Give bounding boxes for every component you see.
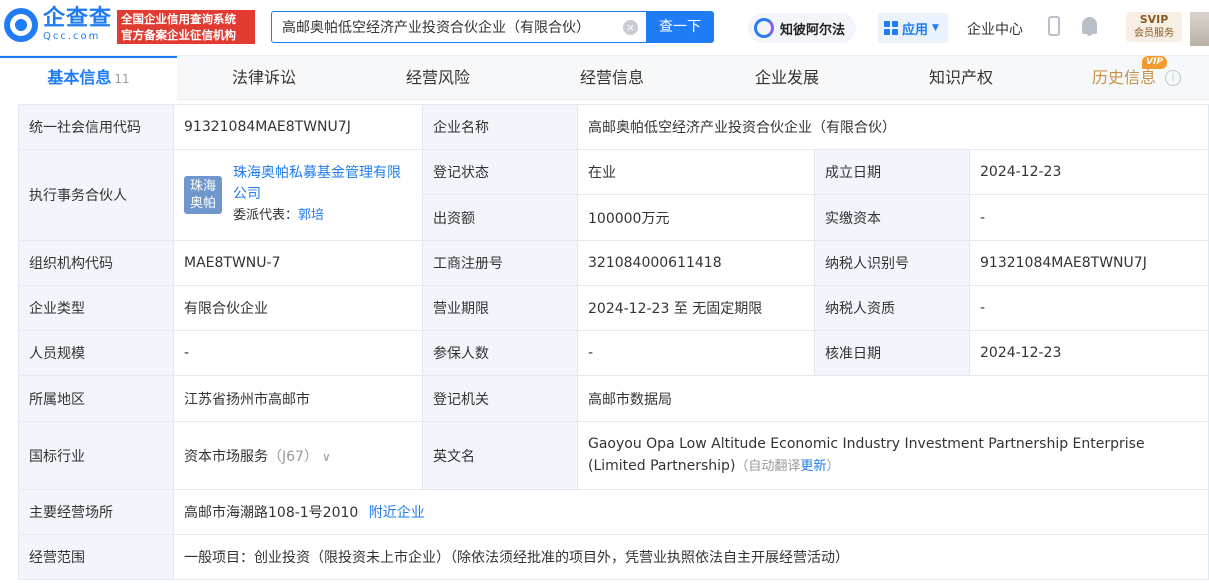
- clear-icon[interactable]: ×: [623, 20, 638, 35]
- found-date-label: 成立日期: [814, 149, 970, 195]
- delegate-name-link[interactable]: 郭培: [298, 208, 324, 223]
- notification-bell-icon[interactable]: [1082, 17, 1097, 36]
- update-link[interactable]: 更新: [800, 459, 826, 474]
- staff-label: 人员规模: [18, 330, 174, 376]
- approve-date-label: 核准日期: [814, 330, 970, 376]
- insured-label: 参保人数: [422, 330, 578, 376]
- app-menu-button[interactable]: 应用 ▼: [878, 13, 948, 43]
- enterprise-center-link[interactable]: 企业中心: [967, 19, 1023, 39]
- tab-basic-info[interactable]: 基本信息 11: [0, 56, 177, 100]
- caret-down-icon: ▼: [932, 23, 939, 33]
- scope-value: 一般项目：创业投资（限投资未上市企业）（除依法须经批准的项目外，凭营业执照依法自…: [172, 534, 1209, 580]
- status-label: 登记状态: [422, 149, 578, 195]
- badge-line-2: 官方备案企业征信机构: [121, 28, 236, 42]
- industry-code: （J67）: [268, 448, 318, 465]
- official-badge[interactable]: 全国企业信用查询系统 官方备案企业征信机构: [117, 10, 255, 44]
- tab-risk[interactable]: 经营风险: [406, 56, 470, 100]
- top-header: 企查查 Qcc.com 全国企业信用查询系统 官方备案企业征信机构 高邮奥帕低空…: [0, 0, 1209, 56]
- tab-development[interactable]: 企业发展: [755, 56, 819, 100]
- search-input-value: 高邮奥帕低空经济产业投资合伙企业（有限合伙）: [282, 20, 590, 36]
- user-avatar[interactable]: [1190, 12, 1209, 46]
- english-name-cell: Gaoyou Opa Low Altitude Economic Industr…: [576, 421, 1209, 490]
- partner-cell: 珠海奥帕 珠海奥帕私募基金管理有限公司 委派代表：郭培: [173, 149, 423, 241]
- industry-cell[interactable]: 资本市场服务（J67） ∨: [173, 421, 423, 490]
- industry-value: 资本市场服务: [184, 448, 268, 465]
- logo-mark-icon: [4, 8, 38, 42]
- reg-no-value[interactable]: 321084000611418: [577, 240, 815, 286]
- address-value[interactable]: 高邮市海潮路108-1号2010: [184, 505, 358, 521]
- credit-code-label: 统一社会信用代码: [18, 104, 174, 150]
- ai-logo-icon: [754, 18, 774, 38]
- authority-value: 高邮市数据局: [576, 375, 1209, 422]
- org-code-value[interactable]: MAE8TWNU-7: [173, 240, 423, 286]
- region-value: 江苏省扬州市高邮市: [173, 375, 423, 422]
- ai-assistant-button[interactable]: 知彼阿尔法: [748, 13, 856, 43]
- credit-code-value[interactable]: 91321084MAE8TWNU7J: [173, 104, 423, 150]
- tab-legal[interactable]: 法律诉讼: [232, 56, 296, 100]
- partner-label: 执行事务合伙人: [18, 149, 174, 241]
- region-label: 所属地区: [18, 375, 174, 422]
- capital-label: 出资额: [422, 194, 578, 241]
- tab-basic-info-label: 基本信息: [47, 68, 112, 87]
- tab-business-info[interactable]: 经营信息: [580, 56, 644, 100]
- authority-label: 登记机关: [422, 375, 578, 422]
- found-date-value: 2024-12-23: [968, 149, 1209, 195]
- company-name-label: 企业名称: [422, 104, 578, 150]
- staff-value: -: [173, 330, 423, 376]
- scope-label: 经营范围: [18, 534, 174, 580]
- tab-ip[interactable]: 知识产权: [929, 56, 993, 100]
- insured-value: -: [577, 330, 815, 376]
- term-value: 2024-12-23 至 无固定期限: [577, 285, 815, 331]
- address-label: 主要经营场所: [18, 489, 174, 535]
- mobile-phone-icon[interactable]: [1048, 16, 1060, 36]
- tab-basic-info-count: 11: [114, 72, 130, 86]
- english-name-value[interactable]: Gaoyou Opa Low Altitude Economic Industr…: [588, 436, 1145, 474]
- paid-capital-value: -: [968, 194, 1209, 241]
- search-input[interactable]: 高邮奥帕低空经济产业投资合伙企业（有限合伙） ×: [271, 11, 646, 43]
- logo-cn-text: 企查查: [43, 6, 113, 31]
- chevron-down-icon[interactable]: ∨: [322, 450, 331, 464]
- search-button[interactable]: 查一下: [646, 11, 714, 43]
- info-icon[interactable]: i: [1165, 70, 1181, 86]
- delegate-label: 委派代表：: [233, 208, 299, 223]
- logo-en-text: Qcc.com: [43, 31, 101, 42]
- english-name-label: 英文名: [422, 421, 578, 490]
- company-name-value[interactable]: 高邮奥帕低空经济产业投资合伙企业（有限合伙）: [576, 104, 1209, 150]
- taxpayer-qual-value: -: [968, 285, 1209, 331]
- taxpayer-id-label: 纳税人识别号: [814, 240, 970, 286]
- app-grid-icon: [884, 21, 898, 35]
- svip-title: SVIP: [1139, 13, 1169, 26]
- capital-value: 100000万元: [577, 194, 815, 241]
- qcc-logo[interactable]: 企查查 Qcc.com: [4, 7, 112, 43]
- nearby-companies-link[interactable]: 附近企业: [369, 505, 425, 521]
- svip-subtitle: 会员服务: [1134, 28, 1174, 39]
- vip-tag: VIP: [1142, 56, 1167, 69]
- ai-assistant-label: 知彼阿尔法: [780, 22, 846, 38]
- reg-no-label: 工商注册号: [422, 240, 578, 286]
- partner-logo[interactable]: 珠海奥帕: [184, 176, 222, 214]
- type-value: 有限合伙企业: [173, 285, 423, 331]
- term-label: 营业期限: [422, 285, 578, 331]
- type-label: 企业类型: [18, 285, 174, 331]
- section-tabs: 基本信息 11 法律诉讼 经营风险 经营信息 企业发展 知识产权 历史信息: [0, 56, 1209, 100]
- org-code-label: 组织机构代码: [18, 240, 174, 286]
- badge-line-1: 全国企业信用查询系统: [121, 12, 236, 26]
- app-menu-label: 应用: [902, 22, 929, 38]
- paid-capital-label: 实缴资本: [814, 194, 970, 241]
- taxpayer-qual-label: 纳税人资质: [814, 285, 970, 331]
- status-value: 在业: [577, 149, 815, 195]
- svip-button[interactable]: SVIP 会员服务: [1126, 12, 1182, 42]
- partner-name-link[interactable]: 珠海奥帕私募基金管理有限公司: [233, 163, 412, 205]
- translate-close-paren: ）: [826, 459, 840, 474]
- industry-label: 国标行业: [18, 421, 174, 490]
- taxpayer-id-value[interactable]: 91321084MAE8TWNU7J: [968, 240, 1209, 286]
- address-cell: 高邮市海潮路108-1号2010 附近企业: [172, 489, 1209, 535]
- basic-info-table: 统一社会信用代码 91321084MAE8TWNU7J 企业名称 高邮奥帕低空经…: [18, 104, 1209, 580]
- auto-translate-note: （自动翻译: [735, 459, 801, 474]
- approve-date-value: 2024-12-23: [968, 330, 1209, 376]
